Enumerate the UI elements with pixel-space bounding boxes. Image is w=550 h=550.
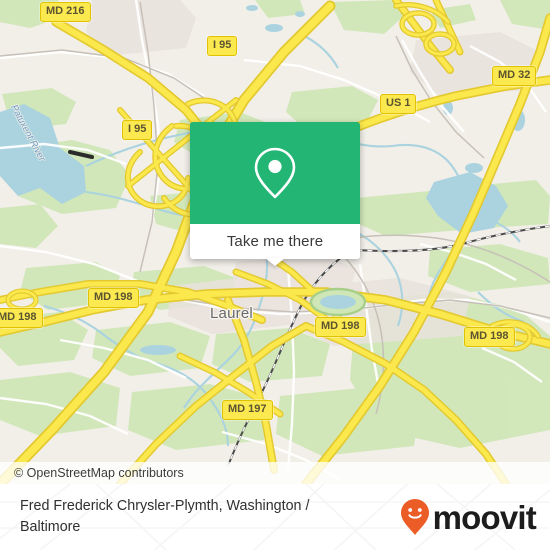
map-place-label-laurel: Laurel bbox=[210, 305, 253, 322]
callout-image-panel bbox=[190, 122, 360, 224]
moovit-smile-pin-icon bbox=[400, 499, 429, 535]
moovit-wordmark: moovit bbox=[432, 498, 537, 536]
shield-md-197: MD 197 bbox=[222, 400, 273, 420]
take-me-there-button[interactable]: Take me there bbox=[190, 224, 360, 266]
shield-md-198-upper: MD 198 bbox=[88, 288, 139, 308]
shield-i-95-north: I 95 bbox=[207, 36, 238, 56]
map-canvas[interactable]: Laurel Patuxent River MD 216 I 95 I 95 U… bbox=[0, 0, 550, 484]
openstreetmap-attribution[interactable]: © OpenStreetMap contributors bbox=[0, 466, 184, 480]
shield-md-32: MD 32 bbox=[492, 66, 537, 86]
map-pin-icon bbox=[254, 147, 296, 199]
footer-bar: Fred Frederick Chrysler-Plymth, Washingt… bbox=[0, 484, 550, 550]
moovit-map-share-card: Laurel Patuxent River MD 216 I 95 I 95 U… bbox=[0, 0, 550, 550]
moovit-brand-logo[interactable]: moovit bbox=[400, 498, 537, 536]
shield-md-216: MD 216 bbox=[40, 2, 91, 22]
location-callout-card[interactable]: Take me there bbox=[190, 122, 360, 266]
place-title: Fred Frederick Chrysler-Plymth, Washingt… bbox=[20, 498, 310, 535]
shield-i-95-west: I 95 bbox=[122, 120, 153, 140]
map-attribution-bar: © OpenStreetMap contributors bbox=[0, 462, 550, 484]
callout-pointer-tail bbox=[265, 258, 285, 266]
shield-md-198-right: MD 198 bbox=[464, 327, 515, 347]
map-racetrack-oval bbox=[309, 287, 367, 317]
shield-md-198-center: MD 198 bbox=[315, 317, 366, 337]
take-me-there-label: Take me there bbox=[226, 233, 324, 250]
shield-us-1: US 1 bbox=[380, 94, 417, 114]
shield-md-198-left: MD 198 bbox=[0, 308, 43, 328]
footer-content: Fred Frederick Chrysler-Plymth, Washingt… bbox=[0, 484, 550, 550]
